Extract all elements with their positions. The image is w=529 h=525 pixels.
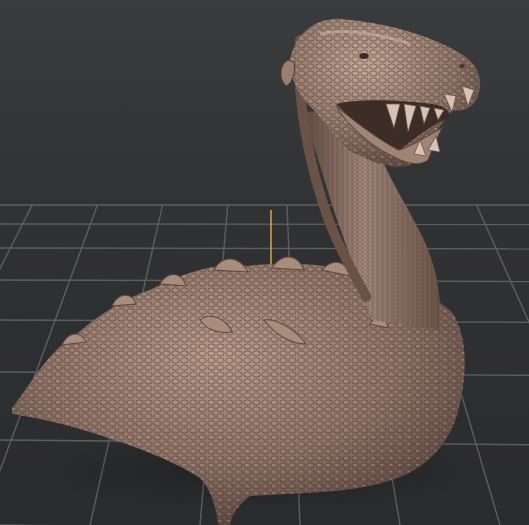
- grid-line: [0, 247, 529, 250]
- dragon-nostril: [459, 64, 465, 68]
- viewport-canvas[interactable]: [0, 0, 529, 525]
- 3d-viewport[interactable]: [0, 0, 529, 525]
- dragon-horn: [280, 59, 295, 87]
- dragon-eye: [359, 53, 369, 59]
- grid-line: [0, 204, 33, 271]
